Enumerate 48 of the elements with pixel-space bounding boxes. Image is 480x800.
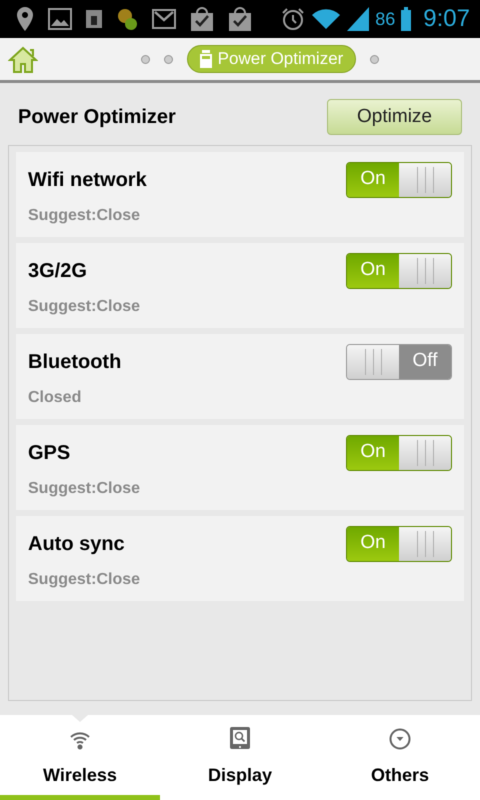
setting-status: Suggest:Close [28,570,142,590]
location-pin-icon [16,6,34,32]
switch-label: On [347,436,399,470]
tablet-magnifier-icon [229,726,251,750]
bottom-tab[interactable]: Display [160,715,320,800]
switch-knob [399,526,451,560]
toggle-switch[interactable]: On [346,434,452,470]
setting-status: Suggest:Close [28,206,142,226]
optimize-button[interactable]: Optimize [327,99,462,135]
setting-name: Bluetooth [28,350,122,374]
setting-status: Suggest:Close [28,478,142,498]
setting-status: Closed [28,388,82,408]
bottom-tab[interactable]: Wireless [0,715,160,800]
dropdown-circle-icon [389,728,411,750]
battery-percent: 86 [375,8,396,30]
switch-knob [399,162,451,196]
switch-label: On [347,162,399,196]
switch-knob [399,254,451,288]
switch-knob [347,344,399,378]
clock-time: 9:07 [423,4,470,34]
battery-icon [401,7,412,31]
page-title: Power Optimizer [218,48,344,70]
toggle-switch[interactable]: On [346,252,452,288]
switch-label: On [347,526,399,560]
setting-name: Auto sync [28,532,125,556]
setting-name: GPS [28,440,70,466]
image-icon [48,8,72,30]
wifi-signal-icon [311,8,342,30]
setting-name: Wifi network [28,168,147,192]
home-button[interactable] [8,46,38,74]
switch-label: On [347,254,399,288]
shopping-bag-check-icon [190,6,214,32]
cell-signal-icon [347,7,370,31]
screen-title: Power Optimizer [18,105,176,130]
toggle-switch[interactable]: On [346,162,452,198]
home-icon [8,46,38,74]
shopping-bag-check-icon [228,6,252,32]
setting-name: 3G/2G [28,258,87,284]
alarm-clock-icon [281,7,306,31]
mail-icon [152,9,176,29]
setting-status: Suggest:Close [28,296,142,316]
battery-icon [200,50,212,68]
bottom-tab[interactable]: Others [320,715,480,800]
wifi-icon [69,730,91,750]
switch-knob [399,436,451,470]
toggle-switch[interactable]: On [346,526,452,562]
toggle-switch[interactable]: Off [346,344,452,380]
switch-label: Off [399,344,451,378]
